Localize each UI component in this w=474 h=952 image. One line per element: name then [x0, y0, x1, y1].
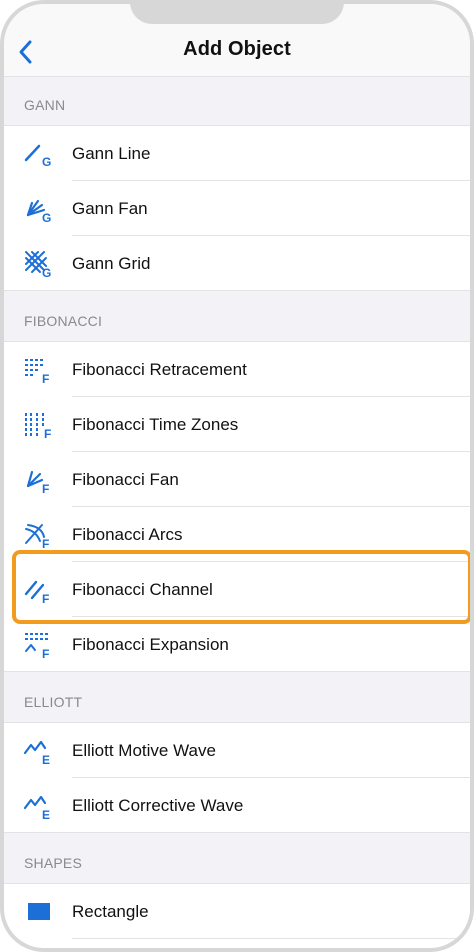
- list-item-label: Fibonacci Expansion: [72, 635, 229, 654]
- list-item-elliott-corrective-wave[interactable]: E Elliott Corrective Wave: [4, 778, 470, 833]
- section-header-label: FIBONACCI: [24, 313, 103, 329]
- phone-frame: Add Object GANN G Gann Line G Gann Fan G…: [0, 0, 474, 952]
- list-item-label: Elliott Corrective Wave: [72, 796, 244, 815]
- svg-text:G: G: [42, 266, 51, 278]
- section-header-gann: GANN: [4, 77, 470, 126]
- rectangle-icon: [28, 903, 50, 920]
- list-item-fibonacci-expansion[interactable]: F Fibonacci Expansion: [4, 617, 470, 672]
- section-header-label: ELLIOTT: [24, 694, 83, 710]
- list-item-label: Fibonacci Time Zones: [72, 415, 239, 434]
- list-item-fibonacci-retracement[interactable]: F Fibonacci Retracement: [4, 342, 470, 397]
- svg-text:F: F: [42, 647, 49, 659]
- fibonacci-retracement-icon: F: [25, 359, 49, 384]
- section-header-elliott: ELLIOTT: [4, 672, 470, 723]
- device-notch: [130, 0, 344, 24]
- fibonacci-arcs-icon: F: [25, 524, 49, 549]
- list-item-label: Fibonacci Retracement: [72, 360, 247, 379]
- svg-text:F: F: [42, 482, 49, 494]
- svg-text:F: F: [42, 372, 49, 384]
- page-title: Add Object: [183, 38, 291, 60]
- gann-line-icon: G: [24, 144, 51, 168]
- section-header-fibonacci: FIBONACCI: [4, 291, 470, 342]
- fibonacci-fan-icon: F: [26, 470, 49, 494]
- svg-text:E: E: [42, 753, 50, 765]
- section-header-label: SHAPES: [24, 855, 82, 871]
- svg-text:G: G: [42, 211, 51, 223]
- svg-text:E: E: [42, 808, 50, 820]
- gann-grid-icon: G: [25, 251, 51, 278]
- section-header-label: GANN: [24, 97, 66, 113]
- svg-text:F: F: [42, 537, 49, 549]
- list-item-fibonacci-fan[interactable]: F Fibonacci Fan: [4, 452, 470, 507]
- list-item-gann-line[interactable]: G Gann Line: [4, 126, 470, 181]
- elliott-corrective-wave-icon: E: [23, 795, 50, 820]
- list-item-label: Gann Line: [72, 144, 151, 163]
- list-item-label: Fibonacci Fan: [72, 470, 179, 489]
- list-item-elliott-motive-wave[interactable]: E Elliott Motive Wave: [4, 723, 470, 778]
- fibonacci-channel-icon: F: [24, 580, 49, 604]
- elliott-motive-wave-icon: E: [23, 740, 50, 765]
- svg-text:F: F: [42, 592, 49, 604]
- fibonacci-time-zones-icon: F: [25, 413, 51, 439]
- row-separator: [72, 938, 470, 939]
- list-item-label: Gann Grid: [72, 254, 151, 273]
- list-item-label: Elliott Motive Wave: [72, 741, 216, 760]
- list-item-label: Gann Fan: [72, 199, 148, 218]
- list-item-label: Fibonacci Arcs: [72, 525, 183, 544]
- fibonacci-expansion-icon: F: [25, 633, 49, 659]
- list-item-label: Fibonacci Channel: [72, 580, 213, 599]
- svg-text:G: G: [42, 155, 51, 168]
- list-item-fibonacci-channel[interactable]: F Fibonacci Channel: [4, 562, 470, 617]
- list-item-label: Rectangle: [72, 902, 149, 921]
- list-item-rectangle[interactable]: Rectangle: [4, 884, 470, 939]
- gann-fan-icon: G: [26, 199, 51, 223]
- list-item-fibonacci-arcs[interactable]: F Fibonacci Arcs: [4, 507, 470, 562]
- svg-text:F: F: [44, 427, 51, 439]
- list-item-gann-grid[interactable]: G Gann Grid: [4, 236, 470, 291]
- section-header-shapes: SHAPES: [4, 833, 470, 884]
- list-item-fibonacci-time-zones[interactable]: F Fibonacci Time Zones: [4, 397, 470, 452]
- list-item-gann-fan[interactable]: G Gann Fan: [4, 181, 470, 236]
